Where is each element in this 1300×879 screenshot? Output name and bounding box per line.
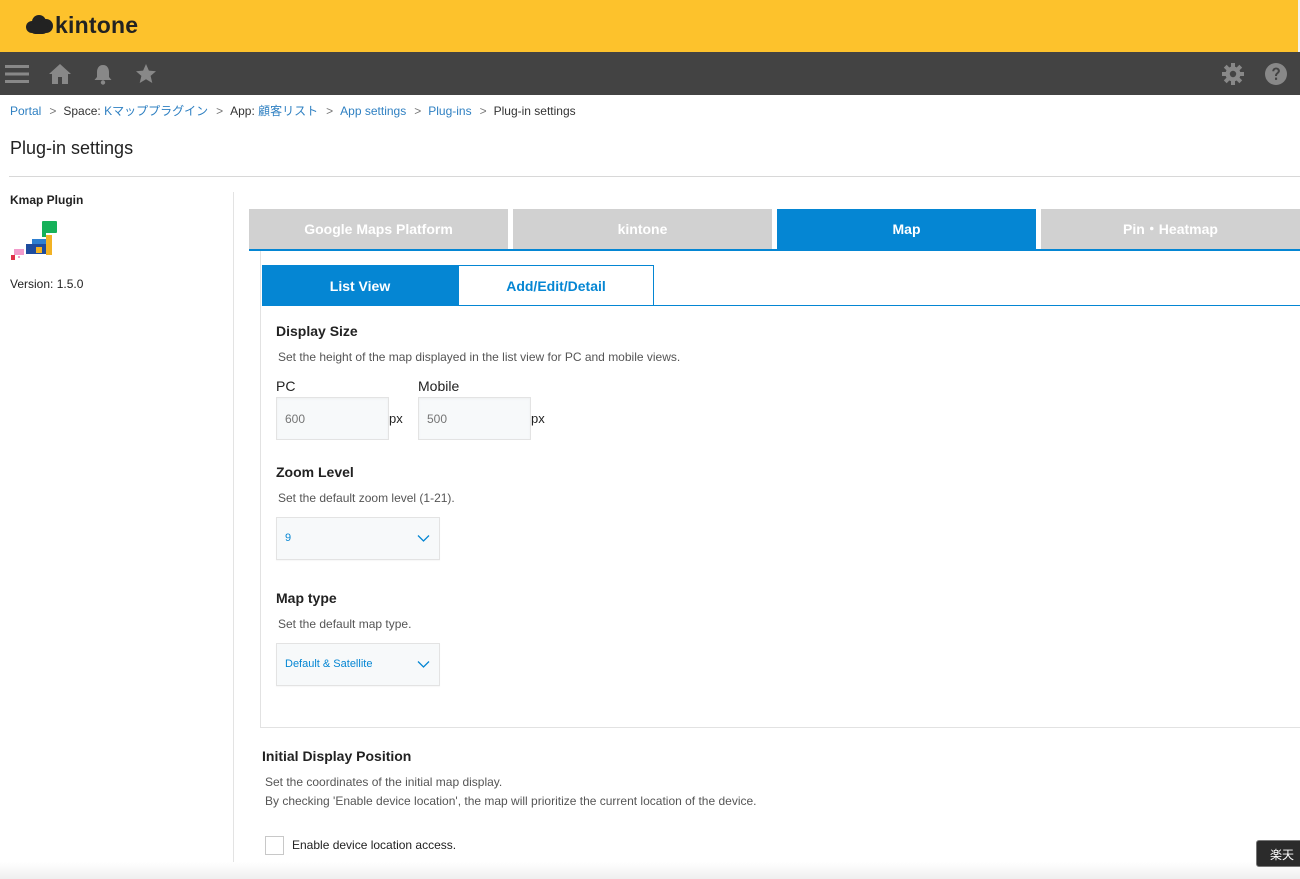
plugin-logo-icon bbox=[10, 220, 60, 266]
initial-position-title: Initial Display Position bbox=[262, 748, 412, 764]
menu-icon[interactable] bbox=[4, 61, 30, 87]
zoom-level-value: 9 bbox=[285, 532, 292, 544]
breadcrumb-separator: > bbox=[479, 104, 487, 118]
global-nav bbox=[0, 52, 1300, 95]
pc-height-input[interactable] bbox=[276, 397, 389, 440]
breadcrumb-current: Plug-in settings bbox=[493, 104, 576, 118]
map-type-select[interactable]: Default & Satellite bbox=[276, 643, 440, 686]
gear-icon[interactable] bbox=[1220, 61, 1246, 87]
bell-icon[interactable] bbox=[90, 61, 116, 87]
initial-position-description-2: By checking 'Enable device location', th… bbox=[265, 794, 757, 808]
tab-kintone[interactable]: kintone bbox=[513, 209, 772, 249]
zoom-level-description: Set the default zoom level (1-21). bbox=[278, 491, 455, 505]
tab-pin-heatmap[interactable]: Pin・Heatmap bbox=[1041, 209, 1300, 249]
chevron-down-icon bbox=[417, 661, 430, 668]
pc-unit: px bbox=[389, 411, 403, 426]
map-type-value: Default & Satellite bbox=[285, 658, 373, 670]
pc-label: PC bbox=[276, 378, 296, 394]
breadcrumb-separator: > bbox=[326, 104, 334, 118]
sidebar-divider bbox=[233, 192, 234, 879]
breadcrumb-separator: > bbox=[414, 104, 422, 118]
subtab-underline bbox=[262, 305, 1300, 306]
display-size-title: Display Size bbox=[276, 323, 358, 339]
device-location-label: Enable device location access. bbox=[292, 838, 457, 852]
breadcrumb-app-settings-link[interactable]: App settings bbox=[340, 104, 406, 118]
logo-text: kintone bbox=[55, 11, 139, 38]
mobile-label: Mobile bbox=[418, 378, 460, 394]
cloud-logo-icon bbox=[26, 14, 53, 36]
display-size-description: Set the height of the map displayed in t… bbox=[278, 350, 681, 364]
breadcrumb-plugins-link[interactable]: Plug-ins bbox=[428, 104, 471, 118]
settings-tabs: Google Maps Platform kintone Map Pin・Hea… bbox=[249, 209, 1300, 249]
plugin-name: Kmap Plugin bbox=[10, 193, 84, 207]
breadcrumb-app-prefix: App: bbox=[230, 104, 255, 118]
device-location-checkbox[interactable] bbox=[265, 836, 284, 855]
subtab-list-view[interactable]: List View bbox=[262, 265, 458, 306]
tab-google-maps-platform[interactable]: Google Maps Platform bbox=[249, 209, 508, 249]
page-title: Plug-in settings bbox=[10, 138, 134, 158]
kintone-logo[interactable]: kintone bbox=[26, 10, 138, 40]
breadcrumb-separator: > bbox=[49, 104, 57, 118]
bottom-shade bbox=[0, 862, 1300, 879]
map-type-title: Map type bbox=[276, 590, 337, 606]
floating-tooltip[interactable]: 楽天 bbox=[1256, 840, 1300, 867]
breadcrumb-portal-link[interactable]: Portal bbox=[10, 104, 41, 118]
top-header: kintone bbox=[0, 0, 1300, 52]
chevron-down-icon bbox=[417, 535, 430, 542]
zoom-level-title: Zoom Level bbox=[276, 464, 354, 480]
plugin-version: Version: 1.5.0 bbox=[10, 277, 84, 291]
breadcrumb: Portal > Space: Kマッププラグイン > App: 顧客リスト > App s… bbox=[10, 102, 576, 119]
help-icon[interactable] bbox=[1263, 61, 1289, 87]
zoom-level-select[interactable]: 9 bbox=[276, 517, 440, 560]
mobile-unit: px bbox=[531, 411, 545, 426]
breadcrumb-space-prefix: Space: bbox=[63, 104, 101, 118]
tab-map[interactable]: Map bbox=[777, 209, 1036, 249]
home-icon[interactable] bbox=[47, 61, 73, 87]
breadcrumb-space-link[interactable]: Kマッププラグイン bbox=[104, 104, 208, 118]
title-divider bbox=[9, 176, 1300, 177]
mobile-height-input[interactable] bbox=[418, 397, 531, 440]
breadcrumb-app-link[interactable]: 顧客リスト bbox=[258, 104, 318, 118]
map-type-description: Set the default map type. bbox=[278, 617, 412, 631]
initial-position-description-1: Set the coordinates of the initial map d… bbox=[265, 775, 503, 789]
breadcrumb-separator: > bbox=[216, 104, 224, 118]
subtab-add-edit-detail[interactable]: Add/Edit/Detail bbox=[458, 265, 654, 306]
star-icon[interactable] bbox=[133, 61, 159, 87]
